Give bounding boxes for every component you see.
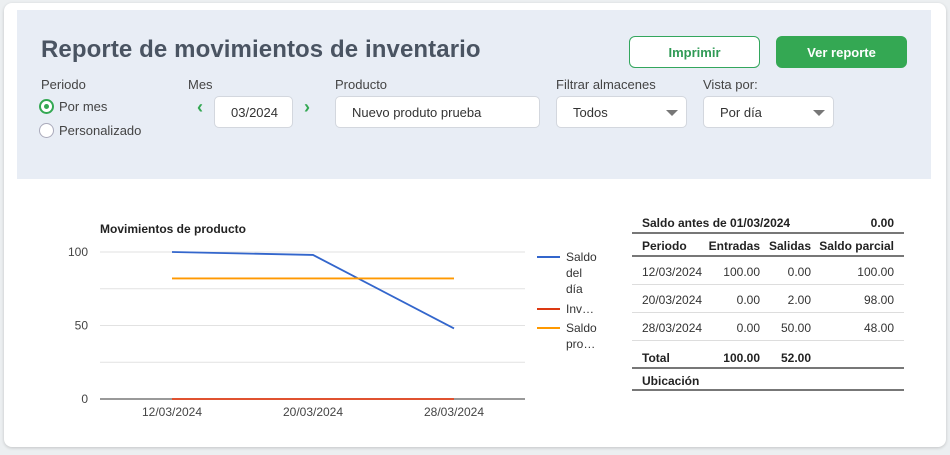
radio-por-mes[interactable]: Por mes xyxy=(39,99,107,114)
view-report-button[interactable]: Ver reporte xyxy=(776,36,907,68)
caret-down-icon xyxy=(813,110,825,116)
mes-label: Mes xyxy=(188,77,213,92)
chevron-left-icon[interactable]: ‹ xyxy=(193,97,207,118)
cell-saldo-parcial: 98.00 xyxy=(863,293,894,307)
legend-label: Saldo xyxy=(566,250,597,264)
col-saldo-parcial: Saldo parcial xyxy=(819,239,894,253)
col-salidas: Salidas xyxy=(768,239,811,253)
ubicacion-label: Ubicación xyxy=(642,374,700,388)
view-by-select-value: Por día xyxy=(720,104,762,120)
cell-periodo: 20/03/2024 xyxy=(642,293,703,307)
x-tick-label: 20/03/2024 xyxy=(283,405,343,419)
movements-line-chart: 100 50 0 12/03/2024 20/03/2024 28/03/2024 Sald… xyxy=(68,245,597,419)
table-row: 20/03/2024 0.00 2.00 98.00 xyxy=(632,285,904,313)
cell-entradas: 0.00 xyxy=(736,321,760,335)
legend-label: día xyxy=(566,282,583,296)
table-opening-balance-row: Saldo antes de 01/03/2024 0.00 xyxy=(632,213,904,234)
balance-table: Saldo antes de 01/03/2024 0.00 Periodo E… xyxy=(632,213,904,391)
table-location-row: Ubicación xyxy=(632,369,904,391)
warehouse-select-value: Todos xyxy=(573,104,608,120)
periodo-label: Periodo xyxy=(41,77,86,92)
warehouse-select[interactable]: Todos xyxy=(556,96,687,128)
cell-salidas: 50.00 xyxy=(780,321,811,335)
legend-label: Inv… xyxy=(566,302,594,316)
month-input[interactable]: 03/2024 xyxy=(214,96,293,128)
cell-periodo: 28/03/2024 xyxy=(642,321,703,335)
product-input[interactable]: Nuevo produto prueba xyxy=(335,96,540,128)
radio-personalizado[interactable]: Personalizado xyxy=(39,123,141,138)
total-label: Total xyxy=(642,351,670,365)
cell-saldo-parcial: 48.00 xyxy=(863,321,894,335)
caret-down-icon xyxy=(666,110,678,116)
cell-salidas: 0.00 xyxy=(787,265,811,279)
saldo-antes-label: Saldo antes de 01/03/2024 xyxy=(642,216,791,230)
legend-label: Saldo xyxy=(566,321,597,335)
cell-periodo: 12/03/2024 xyxy=(642,265,703,279)
table-row: 28/03/2024 0.00 50.00 48.00 xyxy=(632,313,904,341)
vista-label: Vista por: xyxy=(703,77,758,92)
radio-por-mes-label: Por mes xyxy=(59,99,108,114)
almacenes-label: Filtrar almacenes xyxy=(556,77,656,92)
y-tick-label: 100 xyxy=(68,245,88,259)
radio-personalizado-label: Personalizado xyxy=(59,123,142,138)
chart-title: Movimientos de producto xyxy=(100,222,247,236)
producto-label: Producto xyxy=(335,77,388,92)
table-total-row: Total 100.00 52.00 xyxy=(632,341,904,369)
total-entradas: 100.00 xyxy=(723,351,760,365)
chevron-right-icon[interactable]: › xyxy=(300,97,314,118)
legend-label: pro… xyxy=(566,337,595,351)
page-title: Reporte de movimientos de inventario xyxy=(41,36,481,63)
col-entradas: Entradas xyxy=(708,239,760,253)
y-tick-label: 0 xyxy=(81,392,88,406)
legend-label: del xyxy=(566,266,582,280)
x-tick-label: 12/03/2024 xyxy=(142,405,202,419)
series-line xyxy=(171,251,455,330)
cell-entradas: 100.00 xyxy=(723,265,760,279)
col-periodo: Periodo xyxy=(642,239,687,253)
cell-entradas: 0.00 xyxy=(736,293,760,307)
saldo-antes-value: 0.00 xyxy=(870,216,894,230)
radio-unchecked-icon xyxy=(39,123,54,138)
total-salidas: 52.00 xyxy=(780,351,811,365)
print-button[interactable]: Imprimir xyxy=(629,36,760,68)
x-tick-label: 28/03/2024 xyxy=(424,405,484,419)
cell-saldo-parcial: 100.00 xyxy=(857,265,894,279)
table-row: 12/03/2024 100.00 0.00 100.00 xyxy=(632,257,904,285)
cell-salidas: 2.00 xyxy=(787,293,811,307)
table-header-row: Periodo Entradas Salidas Saldo parcial xyxy=(632,234,904,257)
radio-checked-icon xyxy=(39,99,54,114)
y-tick-label: 50 xyxy=(75,319,89,333)
view-by-select[interactable]: Por día xyxy=(703,96,834,128)
